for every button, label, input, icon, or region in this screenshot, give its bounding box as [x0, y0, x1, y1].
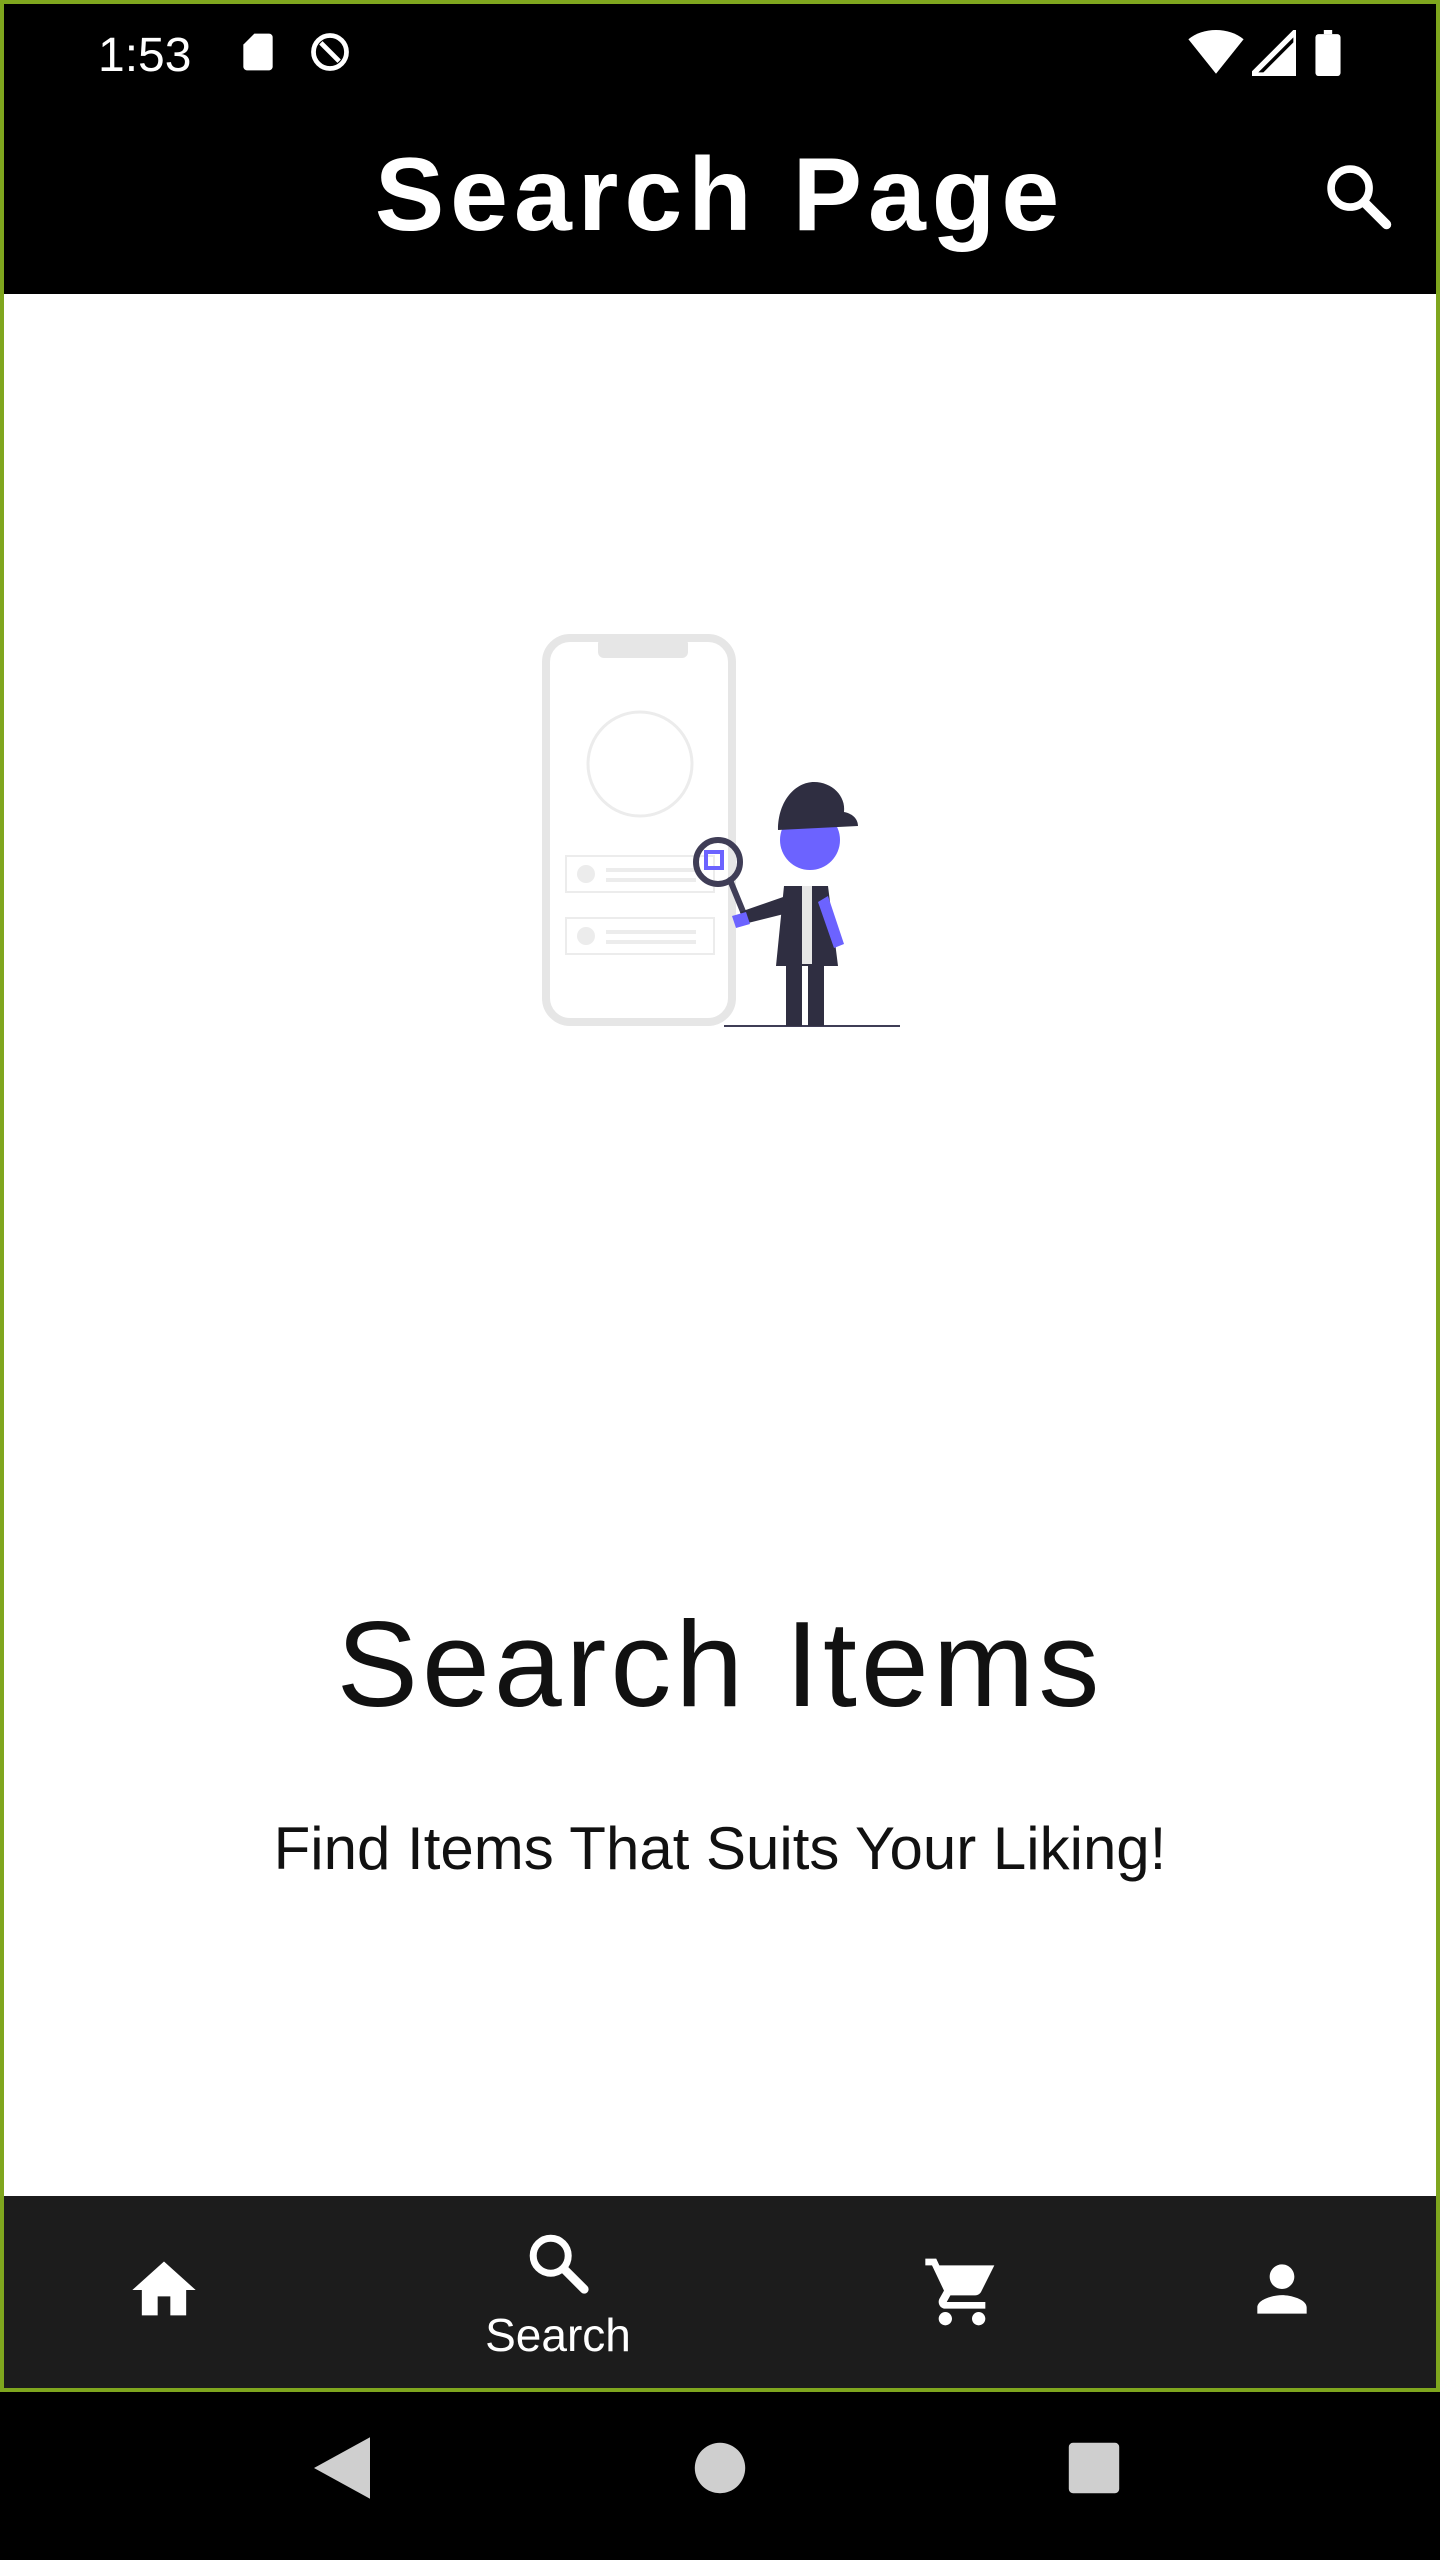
status-time: 1:53 — [98, 29, 192, 82]
person-with-magnifier-illustration — [542, 634, 900, 1027]
data-saver-icon — [311, 33, 349, 71]
empty-state: Search Items Find Items That Suits Your … — [4, 294, 1436, 2194]
app-bar: Search Page — [4, 96, 1436, 294]
wifi-icon — [1188, 30, 1244, 74]
search-icon — [529, 2234, 589, 2294]
recents-icon[interactable] — [1066, 2436, 1122, 2500]
nav-item-cart[interactable] — [812, 2196, 1112, 2388]
empty-state-subtitle: Find Items That Suits Your Liking! — [273, 1815, 1167, 1882]
nav-label-search: Search — [485, 2309, 631, 2361]
page-title: Search Page — [374, 137, 1066, 253]
status-bar: 1:53 — [4, 4, 1436, 100]
bottom-nav: Search — [4, 2196, 1436, 2388]
home-icon — [132, 2261, 196, 2316]
nav-item-search[interactable]: Search — [408, 2196, 708, 2388]
battery-icon — [1315, 30, 1341, 76]
system-nav-bar — [0, 2392, 1440, 2560]
nav-item-profile[interactable] — [1132, 2196, 1432, 2388]
person-icon — [1257, 2264, 1307, 2314]
search-icon[interactable] — [1320, 158, 1396, 234]
cell-signal-icon — [1252, 30, 1296, 76]
back-icon[interactable] — [314, 2436, 370, 2500]
empty-state-title: Search Items — [336, 1596, 1104, 1732]
cart-icon — [925, 2258, 995, 2326]
home-circle-icon[interactable] — [692, 2436, 748, 2500]
nav-item-home[interactable] — [14, 2196, 314, 2388]
sd-card-icon — [243, 33, 273, 71]
